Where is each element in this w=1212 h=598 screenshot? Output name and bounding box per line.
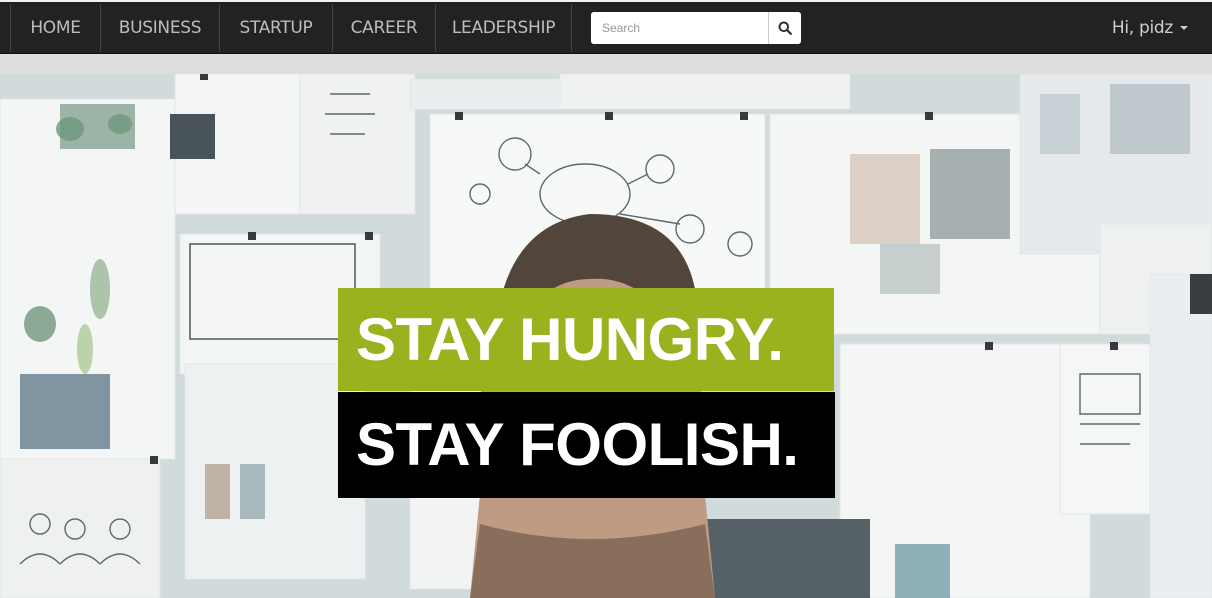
headline-stay-foolish: STAY FOOLISH. — [338, 392, 835, 498]
user-greeting: Hi, pidz — [1111, 18, 1173, 38]
search-button[interactable] — [768, 12, 801, 44]
nav-item-career[interactable]: CAREER — [332, 4, 435, 52]
nav-item-home[interactable]: HOME — [10, 4, 100, 52]
top-navbar: HOME BUSINESS STARTUP CAREER LEADERSHIP … — [0, 0, 1212, 54]
search-icon — [778, 21, 792, 35]
sub-navbar-strip — [0, 54, 1212, 74]
nav-menu: HOME BUSINESS STARTUP CAREER LEADERSHIP — [10, 4, 572, 52]
caret-down-icon — [1180, 26, 1188, 30]
hero-banner: STAY HUNGRY. — [0, 74, 1212, 598]
search-box — [591, 12, 801, 44]
user-menu-toggle[interactable]: Hi, pidz — [1112, 4, 1188, 52]
headline-stay-hungry: STAY HUNGRY. — [338, 288, 834, 391]
search-input[interactable] — [591, 12, 768, 44]
nav-item-startup[interactable]: STARTUP — [219, 4, 332, 52]
nav-item-leadership[interactable]: LEADERSHIP — [435, 4, 572, 52]
nav-item-business[interactable]: BUSINESS — [100, 4, 219, 52]
